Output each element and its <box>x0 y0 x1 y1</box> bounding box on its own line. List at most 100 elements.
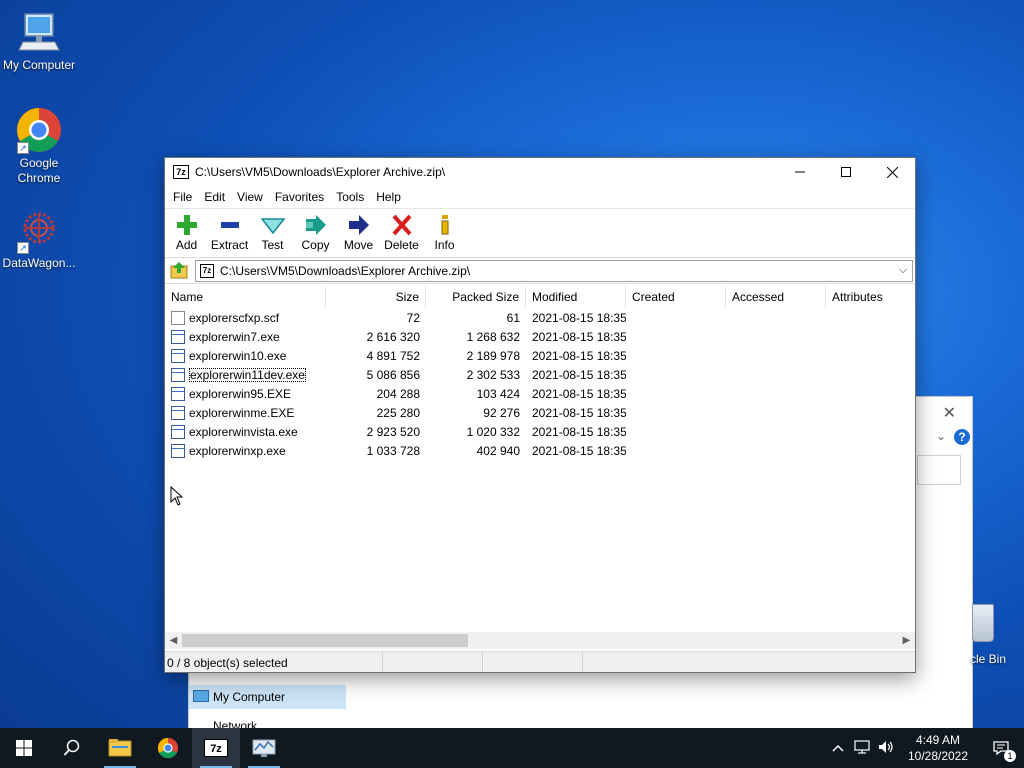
shortcut-arrow-icon: ↗ <box>17 142 29 154</box>
close-icon <box>886 166 898 178</box>
file-packed-size: 61 <box>506 310 520 325</box>
file-modified: 2021-08-15 18:35 <box>532 443 626 458</box>
file-modified: 2021-08-15 18:35 <box>532 367 626 382</box>
file-row[interactable]: explorerwinme.EXE 225 280 92 276 2021-08… <box>165 403 915 422</box>
menu-file[interactable]: File <box>167 190 198 204</box>
help-icon[interactable]: ? <box>954 429 970 445</box>
notification-center-button[interactable]: 1 <box>978 728 1024 768</box>
menu-tools[interactable]: Tools <box>330 190 370 204</box>
extract-button[interactable]: Extract <box>208 209 251 257</box>
taskbar-7zip[interactable]: 7z <box>192 728 240 768</box>
desktop-icon-label: My Computer <box>2 58 76 72</box>
chrome-icon <box>157 737 179 759</box>
volume-icon[interactable] <box>874 740 898 757</box>
horizontal-scrollbar[interactable]: ◀ ▶ <box>165 632 915 649</box>
desktop-icon-google-chrome[interactable]: ↗ Google Chrome <box>0 106 78 186</box>
add-button[interactable]: Add <box>165 209 208 257</box>
scroll-thumb[interactable] <box>182 634 468 647</box>
file-icon <box>171 310 185 325</box>
up-folder-button[interactable] <box>165 259 195 283</box>
exe-file-icon <box>171 443 185 458</box>
column-packed-size[interactable]: Packed Size <box>426 286 526 308</box>
file-modified: 2021-08-15 18:35 <box>532 424 626 439</box>
info-button[interactable]: Info <box>423 209 466 257</box>
chevron-down-icon[interactable]: ⌵ <box>894 264 912 277</box>
address-field[interactable]: 7z C:\Users\VM5\Downloads\Explorer Archi… <box>195 259 913 282</box>
menu-favorites[interactable]: Favorites <box>269 190 330 204</box>
menu-view[interactable]: View <box>231 190 269 204</box>
clock[interactable]: 4:49 AM 10/28/2022 <box>898 732 978 764</box>
column-attributes[interactable]: Attributes <box>826 286 915 308</box>
column-accessed[interactable]: Accessed <box>726 286 826 308</box>
test-button[interactable]: Test <box>251 209 294 257</box>
scroll-left-icon[interactable]: ◀ <box>165 635 182 646</box>
network-icon[interactable] <box>850 739 874 757</box>
maximize-button[interactable] <box>823 158 869 186</box>
minimize-icon <box>795 171 805 173</box>
clock-date: 10/28/2022 <box>907 749 969 763</box>
file-size: 204 288 <box>376 386 420 401</box>
move-button[interactable]: Move <box>337 209 380 257</box>
copy-button[interactable]: Copy <box>294 209 337 257</box>
search-box[interactable] <box>917 455 961 485</box>
delete-label: Delete <box>384 238 419 252</box>
desktop-icon-label: Google Chrome <box>17 156 61 185</box>
file-row[interactable]: explorerwinvista.exe 2 923 520 1 020 332… <box>165 422 915 441</box>
file-packed-size: 103 424 <box>476 386 520 401</box>
computer-icon <box>193 690 209 702</box>
file-name: explorerwinvista.exe <box>189 424 298 439</box>
column-name[interactable]: Name <box>165 286 326 308</box>
file-row[interactable]: explorerscfxp.scf 72 61 2021-08-15 18:35… <box>165 308 915 327</box>
file-size: 225 280 <box>376 405 420 420</box>
scroll-track[interactable] <box>182 634 898 647</box>
file-name: explorerwin95.EXE <box>189 386 292 401</box>
scroll-right-icon[interactable]: ▶ <box>898 635 915 646</box>
file-packed-size: 92 276 <box>483 405 520 420</box>
title-bar[interactable]: 7z C:\Users\VM5\Downloads\Explorer Archi… <box>165 158 915 186</box>
file-row-focused[interactable]: explorerwin11dev.exe 5 086 856 2 302 533… <box>165 365 915 384</box>
info-icon <box>433 214 457 236</box>
move-label: Move <box>343 238 374 252</box>
desktop-icon-my-computer[interactable]: My Computer <box>0 8 78 73</box>
chrome-icon: ↗ <box>15 106 63 154</box>
window-title: C:\Users\VM5\Downloads\Explorer Archive.… <box>195 165 446 179</box>
start-button[interactable] <box>0 728 48 768</box>
folder-icon <box>108 739 132 757</box>
column-modified[interactable]: Modified <box>526 286 626 308</box>
search-button[interactable] <box>48 728 96 768</box>
chevron-up-icon[interactable] <box>826 741 850 755</box>
nav-item-my-computer[interactable]: My Computer <box>189 685 346 709</box>
exe-file-icon <box>171 405 185 420</box>
clock-time: 4:49 AM <box>915 733 961 747</box>
address-bar: 7z C:\Users\VM5\Downloads\Explorer Archi… <box>165 258 915 284</box>
file-modified: 2021-08-15 18:35 <box>532 386 626 401</box>
taskbar-file-explorer[interactable] <box>96 728 144 768</box>
column-created[interactable]: Created <box>626 286 726 308</box>
file-row[interactable]: explorerwin10.exe 4 891 752 2 189 978 20… <box>165 346 915 365</box>
maximize-icon <box>841 167 851 177</box>
system-tray: 4:49 AM 10/28/2022 1 <box>826 728 1024 768</box>
close-icon[interactable]: ✕ <box>943 403 956 423</box>
file-name: explorerwin10.exe <box>189 348 287 363</box>
close-button[interactable] <box>869 158 915 186</box>
taskbar-chrome[interactable] <box>144 728 192 768</box>
minimize-button[interactable] <box>777 158 823 186</box>
folder-up-icon <box>170 261 188 278</box>
menu-help[interactable]: Help <box>370 190 407 204</box>
7zip-window: 7z C:\Users\VM5\Downloads\Explorer Archi… <box>164 157 916 673</box>
file-row[interactable]: explorerwin95.EXE 204 288 103 424 2021-0… <box>165 384 915 403</box>
minus-icon <box>218 214 242 236</box>
column-size[interactable]: Size <box>326 286 426 308</box>
delete-button[interactable]: Delete <box>380 209 423 257</box>
file-packed-size: 2 189 978 <box>466 348 520 363</box>
chevron-down-icon[interactable]: ⌄ <box>936 429 946 443</box>
file-row[interactable]: explorerwin7.exe 2 616 320 1 268 632 202… <box>165 327 915 346</box>
desktop-icon-label: DataWagon... <box>2 256 76 270</box>
desktop-icon-datawagon[interactable]: ↗ DataWagon... <box>0 206 78 271</box>
file-packed-size: 1 268 632 <box>466 329 520 344</box>
taskbar-datawagon[interactable] <box>240 728 288 768</box>
file-row[interactable]: explorerwinxp.exe 1 033 728 402 940 2021… <box>165 441 915 460</box>
file-size: 1 033 728 <box>366 443 420 458</box>
menu-edit[interactable]: Edit <box>198 190 231 204</box>
desktop-icon-recycle-bin[interactable]: cle Bin <box>970 604 1024 666</box>
